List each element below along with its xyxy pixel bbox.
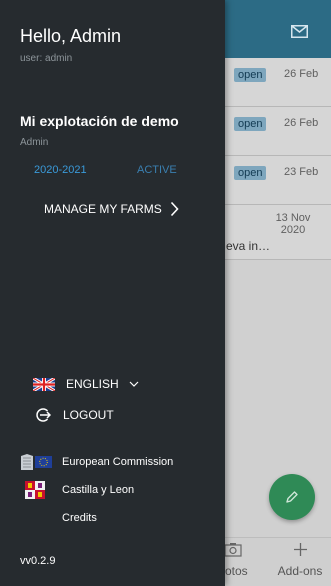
camera-icon — [224, 543, 242, 557]
language-label: ENGLISH — [66, 377, 119, 391]
status-badge: open — [234, 117, 267, 131]
nav-addons[interactable]: Add-ons — [274, 542, 326, 578]
season-status: ACTIVE — [137, 164, 177, 176]
edit-fab-button[interactable] — [269, 474, 315, 520]
navigation-drawer: Hello, Admin user: admin Mi explotación … — [0, 0, 225, 586]
farm-name: Mi explotación de demo — [20, 113, 179, 129]
castilla-y-leon-shield-icon — [25, 481, 45, 499]
org-ec-label: European Commission — [62, 456, 174, 468]
season-selector[interactable]: 2020-2021 — [34, 164, 87, 176]
manage-farms-label: MANAGE MY FARMS — [44, 202, 162, 216]
org-european-commission: European Commission — [20, 453, 173, 471]
item-snippet: eva in… — [226, 239, 271, 253]
org-castilla-y-leon: Castilla y Leon — [20, 481, 134, 499]
username-label: user: admin — [20, 53, 73, 64]
credits-link[interactable]: Credits — [62, 512, 97, 524]
pencil-icon — [286, 491, 298, 503]
european-commission-logo-icon — [21, 454, 52, 470]
item-date: 23 Feb — [284, 166, 319, 178]
logout-icon — [36, 408, 51, 422]
uk-flag-icon — [33, 377, 55, 391]
greeting: Hello, Admin — [20, 26, 122, 46]
item-date: 13 Nov 2020 — [275, 212, 311, 236]
status-badge: open — [234, 68, 267, 82]
farm-role: Admin — [20, 137, 49, 148]
item-date: 26 Feb — [284, 68, 319, 80]
chevron-down-icon — [129, 381, 139, 387]
plus-icon — [293, 543, 307, 556]
chevron-right-icon — [170, 201, 179, 217]
org-cyl-label: Castilla y Leon — [62, 484, 135, 496]
logout-label: LOGOUT — [63, 408, 114, 422]
app-version: vv0.2.9 — [20, 555, 56, 567]
language-selector[interactable]: ENGLISH — [33, 376, 139, 392]
item-date: 26 Feb — [284, 117, 319, 129]
nav-addons-label: Add-ons — [277, 564, 323, 578]
logout-button[interactable]: LOGOUT — [35, 407, 114, 423]
mail-icon[interactable] — [291, 25, 308, 38]
manage-farms-button[interactable]: MANAGE MY FARMS — [44, 199, 179, 219]
status-badge: open — [234, 166, 267, 180]
